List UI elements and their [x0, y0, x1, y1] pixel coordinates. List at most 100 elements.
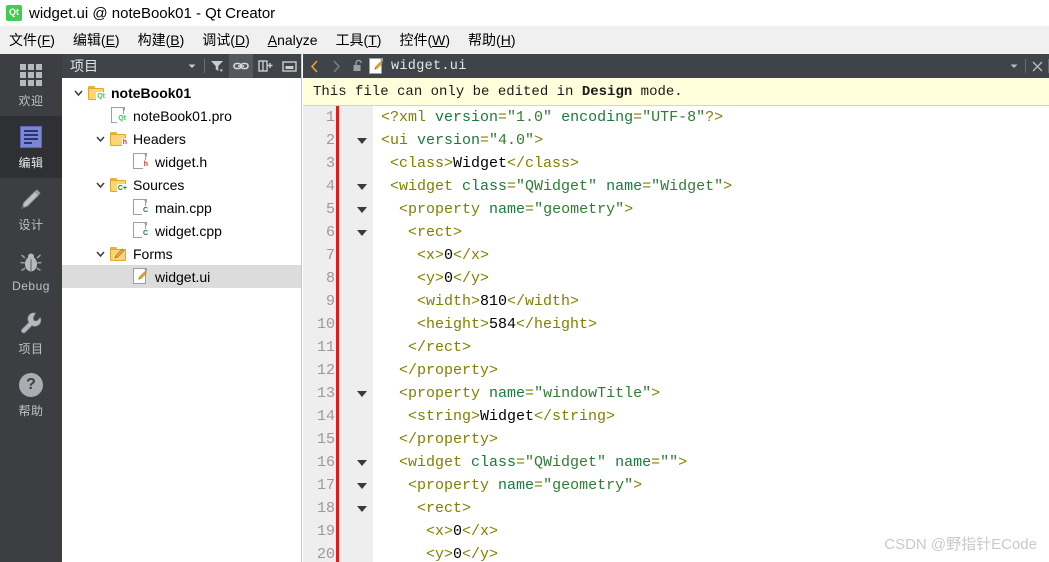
tree-item-widget.cpp[interactable]: Cwidget.cpp: [62, 219, 301, 242]
code-line[interactable]: <y>0</y>: [373, 267, 1049, 290]
line-number: 11: [316, 339, 335, 356]
chevron-down-icon[interactable]: [1003, 54, 1025, 78]
chevron-left-icon[interactable]: [303, 54, 325, 78]
code-token: "1.0": [507, 109, 553, 126]
menu-item-3[interactable]: 构建(B): [129, 27, 194, 53]
code-line[interactable]: <property name="geometry">: [373, 198, 1049, 221]
chevron-down-icon[interactable]: [180, 54, 204, 78]
mode-item-项目[interactable]: 项目: [0, 302, 62, 364]
code-token: </x>: [462, 523, 499, 540]
fold-toggle-icon[interactable]: [351, 129, 373, 152]
mode-item-设计[interactable]: 设计: [0, 178, 62, 240]
code-token: <y>: [381, 270, 445, 287]
tree-item-widget.h[interactable]: h widget.h: [62, 150, 301, 173]
mode-item-帮助[interactable]: 帮助: [0, 364, 62, 426]
code-line[interactable]: </rect>: [373, 336, 1049, 359]
chevron-down-icon[interactable]: [90, 173, 110, 196]
mode-item-Debug[interactable]: Debug: [0, 240, 62, 302]
code-line[interactable]: <widget class="QWidget" name="">: [373, 451, 1049, 474]
menu-item-1[interactable]: 文件(F): [0, 27, 64, 53]
chevron-down-icon[interactable]: [357, 206, 367, 213]
tree-item-widget.ui[interactable]: widget.ui: [62, 265, 301, 288]
menu-item-6[interactable]: 工具(T): [327, 27, 391, 53]
mode-item-label: 编辑: [18, 155, 44, 170]
modified-lines-marker: [336, 106, 339, 562]
tree-item-label: noteBook01: [111, 84, 192, 101]
code-line[interactable]: <rect>: [373, 221, 1049, 244]
code-token: Widget: [480, 408, 535, 425]
menu-item-8[interactable]: 帮助(H): [459, 27, 524, 53]
code-line[interactable]: <y>0</y>: [373, 543, 1049, 562]
menu-bar: 文件(F) 编辑(E) 构建(B) 调试(D) Analyze 工具(T) 控件(W) 帮助(…: [0, 26, 1049, 54]
chevron-down-icon[interactable]: [357, 137, 367, 144]
menu-item-2[interactable]: 编辑(E): [64, 27, 129, 53]
tree-item-Forms[interactable]: Forms: [62, 242, 301, 265]
unlock-icon[interactable]: [347, 54, 369, 78]
code-line[interactable]: </property>: [373, 428, 1049, 451]
tree-item-noteBook01[interactable]: Qt noteBook01: [62, 81, 301, 104]
code-token: </y>: [462, 546, 499, 562]
fold-toggle-icon[interactable]: [351, 474, 373, 497]
mode-item-欢迎[interactable]: 欢迎: [0, 54, 62, 116]
fold-marker-column[interactable]: [351, 106, 373, 562]
tree-item-Headers[interactable]: h Headers: [62, 127, 301, 150]
menu-item-7[interactable]: 控件(W): [390, 27, 459, 53]
mode-item-label: 设计: [18, 217, 44, 232]
line-number: 6: [325, 224, 335, 241]
editor-tab-filename[interactable]: widget.ui: [391, 59, 1003, 74]
chevron-down-icon[interactable]: [357, 229, 367, 236]
chevron-down-icon[interactable]: [90, 242, 110, 265]
code-line[interactable]: <x>0</x>: [373, 244, 1049, 267]
code-token: </height>: [516, 316, 598, 333]
fold-toggle-icon[interactable]: [351, 221, 373, 244]
code-token: <rect>: [381, 224, 463, 241]
code-line[interactable]: <property name="geometry">: [373, 474, 1049, 497]
chevron-right-icon[interactable]: [325, 54, 347, 78]
chevron-down-icon[interactable]: [357, 459, 367, 466]
code-editor[interactable]: 1 2 3 4 5 6 7 8 9 10 11 12 13 14 15 16 17 18 19 20 <?xml ve…: [303, 106, 1049, 562]
code-line[interactable]: <width>810</width>: [373, 290, 1049, 313]
menu-item-4[interactable]: 调试(D): [193, 27, 258, 53]
chevron-down-icon[interactable]: [357, 390, 367, 397]
link-icon[interactable]: [229, 54, 253, 78]
code-line[interactable]: <class>Widget</class>: [373, 152, 1049, 175]
line-number: 18: [316, 500, 335, 517]
mode-item-label: 欢迎: [18, 93, 44, 108]
split-add-icon[interactable]: [253, 54, 277, 78]
code-line[interactable]: <widget class="QWidget" name="Widget">: [373, 175, 1049, 198]
chevron-down-icon[interactable]: [357, 482, 367, 489]
code-line[interactable]: <x>0</x>: [373, 520, 1049, 543]
tree-item-label: widget.h: [155, 153, 208, 170]
fold-toggle-icon[interactable]: [351, 451, 373, 474]
menu-item-5[interactable]: Analyze: [259, 29, 327, 51]
code-line[interactable]: <ui version="4.0">: [373, 129, 1049, 152]
filter-icon[interactable]: [205, 54, 229, 78]
mode-item-编辑[interactable]: 编辑: [0, 116, 62, 178]
tree-item-main.cpp[interactable]: Cmain.cpp: [62, 196, 301, 219]
fold-toggle-icon[interactable]: [351, 497, 373, 520]
code-line[interactable]: <string>Widget</string>: [373, 405, 1049, 428]
chevron-down-icon[interactable]: [357, 505, 367, 512]
code-text-column[interactable]: <?xml version="1.0" encoding="UTF-8"?> <u…: [373, 106, 1049, 562]
tree-item-Sources[interactable]: C+ Sources: [62, 173, 301, 196]
line-number: 2: [325, 132, 335, 149]
info-bar-emphasis: Design: [581, 83, 633, 100]
code-line[interactable]: <property name="windowTitle">: [373, 382, 1049, 405]
fold-toggle-icon[interactable]: [351, 382, 373, 405]
collapse-panel-icon[interactable]: [277, 54, 301, 78]
fold-toggle-icon[interactable]: [351, 198, 373, 221]
code-token: name: [606, 178, 643, 195]
close-icon[interactable]: [1026, 54, 1048, 78]
code-line[interactable]: <rect>: [373, 497, 1049, 520]
code-line[interactable]: </property>: [373, 359, 1049, 382]
chevron-down-icon[interactable]: [90, 127, 110, 150]
code-line[interactable]: <?xml version="1.0" encoding="UTF-8"?>: [373, 106, 1049, 129]
tree-item-noteBook01.pro[interactable]: Qt noteBook01.pro: [62, 104, 301, 127]
chevron-down-icon[interactable]: [357, 183, 367, 190]
code-token: class: [471, 454, 517, 471]
code-line[interactable]: <height>584</height>: [373, 313, 1049, 336]
chevron-down-icon[interactable]: [68, 81, 88, 104]
project-tree[interactable]: Qt noteBook01 Qt noteBook01.pro h Headers h wid…: [62, 78, 301, 288]
fold-toggle-icon[interactable]: [351, 175, 373, 198]
code-token: <y>: [381, 546, 454, 562]
